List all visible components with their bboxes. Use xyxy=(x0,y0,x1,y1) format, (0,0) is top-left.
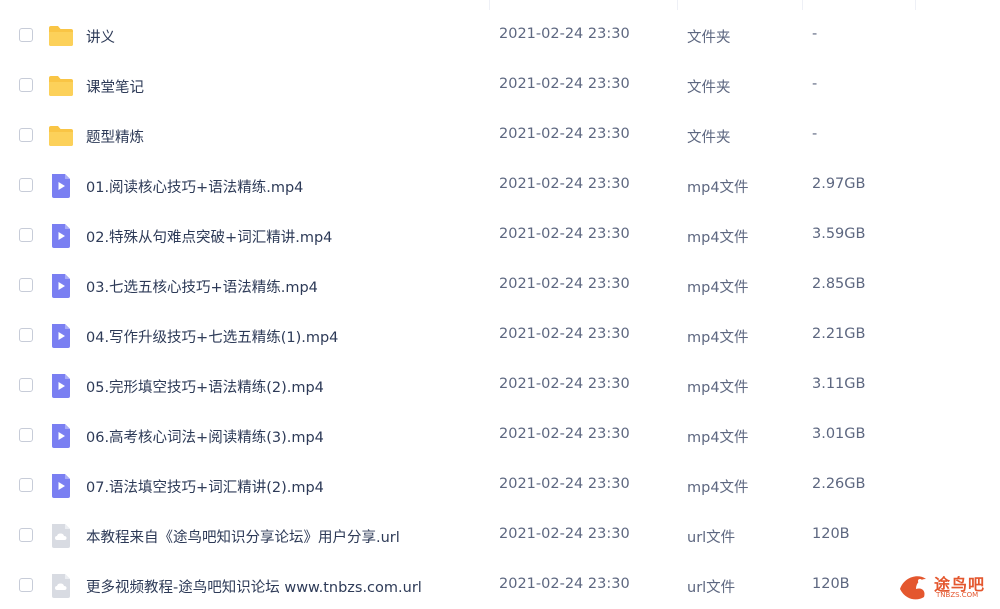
row-checkbox[interactable] xyxy=(19,378,33,392)
folder-icon xyxy=(48,73,74,99)
row-checkbox[interactable] xyxy=(19,328,33,342)
file-name[interactable]: 01.阅读核心技巧+语法精练.mp4 xyxy=(86,176,303,197)
file-size: 3.01GB xyxy=(812,426,866,442)
file-type: mp4文件 xyxy=(687,380,749,396)
file-type: mp4文件 xyxy=(687,230,749,246)
file-size: 2.26GB xyxy=(812,476,866,492)
row-checkbox[interactable] xyxy=(19,178,33,192)
video-file-icon xyxy=(48,273,74,299)
file-type: mp4文件 xyxy=(687,480,749,496)
file-size: 3.11GB xyxy=(812,376,866,392)
file-row[interactable]: 讲义 2021-02-24 23:30 文件夹 - xyxy=(0,11,1000,61)
column-divider xyxy=(802,0,803,10)
file-name[interactable]: 04.写作升级技巧+七选五精练(1).mp4 xyxy=(86,326,338,347)
row-checkbox[interactable] xyxy=(19,478,33,492)
row-checkbox[interactable] xyxy=(19,528,33,542)
file-size: - xyxy=(812,76,818,92)
file-date: 2021-02-24 23:30 xyxy=(499,176,630,192)
file-name[interactable]: 更多视频教程-途鸟吧知识论坛 www.tnbzs.com.url xyxy=(86,576,422,597)
file-date: 2021-02-24 23:30 xyxy=(499,126,630,142)
file-name[interactable]: 03.七选五核心技巧+语法精练.mp4 xyxy=(86,276,318,297)
file-name[interactable]: 05.完形填空技巧+语法精练(2).mp4 xyxy=(86,376,324,397)
watermark-subtext: TNBZS.COM xyxy=(936,591,979,599)
video-file-icon xyxy=(48,423,74,449)
row-checkbox[interactable] xyxy=(19,578,33,592)
url-file-icon xyxy=(48,523,74,549)
file-type: 文件夹 xyxy=(687,30,731,46)
row-checkbox[interactable] xyxy=(19,428,33,442)
file-row[interactable]: 07.语法填空技巧+词汇精讲(2).mp4 2021-02-24 23:30 mp4… xyxy=(0,461,1000,511)
file-size: 2.21GB xyxy=(812,326,866,342)
file-type: mp4文件 xyxy=(687,330,749,346)
file-row[interactable]: 02.特殊从句难点突破+词汇精讲.mp4 2021-02-24 23:30 mp4文… xyxy=(0,211,1000,261)
file-name[interactable]: 题型精炼 xyxy=(86,126,144,147)
file-size: 120B xyxy=(812,576,850,592)
file-type: 文件夹 xyxy=(687,80,731,96)
file-name[interactable]: 02.特殊从句难点突破+词汇精讲.mp4 xyxy=(86,226,332,247)
file-size: 120B xyxy=(812,526,850,542)
video-file-icon xyxy=(48,373,74,399)
file-name[interactable]: 本教程来自《途鸟吧知识分享论坛》用户分享.url xyxy=(86,526,400,547)
column-header-dividers xyxy=(0,0,1000,10)
file-type: 文件夹 xyxy=(687,130,731,146)
file-type: url文件 xyxy=(687,530,736,546)
video-file-icon xyxy=(48,473,74,499)
file-type: mp4文件 xyxy=(687,280,749,296)
file-size: 2.97GB xyxy=(812,176,866,192)
column-divider xyxy=(489,0,490,10)
file-size: 3.59GB xyxy=(812,226,866,242)
file-type: mp4文件 xyxy=(687,180,749,196)
file-row[interactable]: 05.完形填空技巧+语法精练(2).mp4 2021-02-24 23:30 mp4… xyxy=(0,361,1000,411)
row-checkbox[interactable] xyxy=(19,28,33,42)
bird-logo-icon xyxy=(900,576,926,600)
file-date: 2021-02-24 23:30 xyxy=(499,226,630,242)
file-date: 2021-02-24 23:30 xyxy=(499,26,630,42)
watermark-logo: 途鸟吧 TNBZS.COM xyxy=(896,569,992,605)
file-list: 讲义 2021-02-24 23:30 文件夹 - 课堂笔记 2021-02-24 23:… xyxy=(0,0,1000,609)
file-row[interactable]: 题型精炼 2021-02-24 23:30 文件夹 - xyxy=(0,111,1000,161)
file-row[interactable]: 课堂笔记 2021-02-24 23:30 文件夹 - xyxy=(0,61,1000,111)
file-date: 2021-02-24 23:30 xyxy=(499,576,630,592)
row-checkbox[interactable] xyxy=(19,78,33,92)
file-row[interactable]: 03.七选五核心技巧+语法精练.mp4 2021-02-24 23:30 mp4文件… xyxy=(0,261,1000,311)
video-file-icon xyxy=(48,223,74,249)
file-row[interactable]: 更多视频教程-途鸟吧知识论坛 www.tnbzs.com.url 2021-02-… xyxy=(0,561,1000,609)
file-name[interactable]: 06.高考核心词法+阅读精练(3).mp4 xyxy=(86,426,324,447)
file-row[interactable]: 06.高考核心词法+阅读精练(3).mp4 2021-02-24 23:30 mp4… xyxy=(0,411,1000,461)
column-divider xyxy=(915,0,916,10)
file-name[interactable]: 课堂笔记 xyxy=(86,76,144,97)
file-type: mp4文件 xyxy=(687,430,749,446)
video-file-icon xyxy=(48,323,74,349)
folder-icon xyxy=(48,123,74,149)
file-date: 2021-02-24 23:30 xyxy=(499,426,630,442)
file-name[interactable]: 讲义 xyxy=(86,26,115,47)
file-date: 2021-02-24 23:30 xyxy=(499,476,630,492)
file-type: url文件 xyxy=(687,580,736,596)
file-row[interactable]: 01.阅读核心技巧+语法精练.mp4 2021-02-24 23:30 mp4文件 2… xyxy=(0,161,1000,211)
file-date: 2021-02-24 23:30 xyxy=(499,376,630,392)
url-file-icon xyxy=(48,573,74,599)
file-size: 2.85GB xyxy=(812,276,866,292)
row-checkbox[interactable] xyxy=(19,128,33,142)
video-file-icon xyxy=(48,173,74,199)
file-size: - xyxy=(812,26,818,42)
row-checkbox[interactable] xyxy=(19,228,33,242)
file-date: 2021-02-24 23:30 xyxy=(499,526,630,542)
file-date: 2021-02-24 23:30 xyxy=(499,76,630,92)
row-checkbox[interactable] xyxy=(19,278,33,292)
file-date: 2021-02-24 23:30 xyxy=(499,276,630,292)
folder-icon xyxy=(48,23,74,49)
column-divider xyxy=(677,0,678,10)
file-row[interactable]: 04.写作升级技巧+七选五精练(1).mp4 2021-02-24 23:30 mp… xyxy=(0,311,1000,361)
file-row[interactable]: 本教程来自《途鸟吧知识分享论坛》用户分享.url 2021-02-24 23:30… xyxy=(0,511,1000,561)
file-size: - xyxy=(812,126,818,142)
file-date: 2021-02-24 23:30 xyxy=(499,326,630,342)
file-name[interactable]: 07.语法填空技巧+词汇精讲(2).mp4 xyxy=(86,476,324,497)
